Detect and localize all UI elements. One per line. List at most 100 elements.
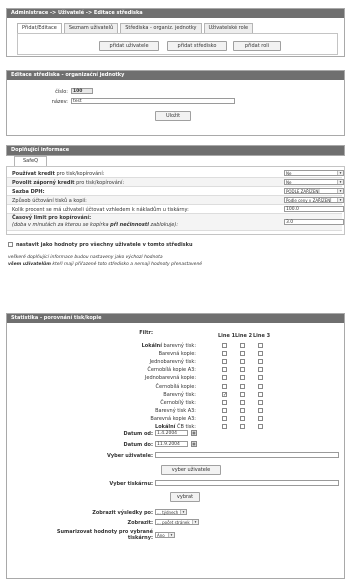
filter-row-label: Jednobarevný tisk: (149, 359, 196, 366)
filter-checkbox-line-2[interactable] (240, 359, 245, 365)
printer-field[interactable] (155, 480, 339, 486)
date-to-field[interactable]: 11.9.2004 (155, 441, 188, 447)
filter-row-label: Barevný tisk: (163, 391, 196, 398)
extra-info-panel: Doplňující informace SafeQ Používat kred… (6, 145, 345, 275)
filter-checkbox-line-1[interactable] (222, 399, 227, 405)
filter-checkbox-line-3[interactable] (258, 351, 263, 357)
summarize-select[interactable]: Ano ▾ (155, 532, 175, 538)
user-field[interactable] (155, 452, 339, 458)
filter-row: Jednobarevný tisk: (7, 358, 346, 366)
filter-checkbox-line-3[interactable] (258, 424, 263, 429)
filter-row: Černobílý tisk: (7, 399, 346, 407)
filter-row-label: Barevná kopie: (158, 351, 196, 358)
date-from-label: Datum od: (123, 431, 153, 437)
time-limit-label: Časový limit pro kopírování: (12, 215, 92, 221)
billing-method-select[interactable]: Podle ceny v ZAŘÍZENÍ ▾ (284, 197, 344, 203)
filter-row-label: Černobílá kopie A3: (147, 367, 196, 374)
number-field[interactable]: 100 (71, 88, 93, 94)
extra-info-title: Doplňující informace (6, 145, 345, 156)
filter-checkbox-line-3[interactable] (258, 375, 263, 381)
apply-to-all-label: nastavit jako hodnoty pro všechny uživat… (16, 242, 193, 248)
note-line-2: všem uživatelům kteří mají přiřazené tot… (8, 262, 203, 267)
chevron-down-icon: ▾ (337, 180, 343, 184)
filter-checkbox-line-1[interactable] (222, 424, 227, 429)
filter-checkbox-line-2[interactable] (240, 415, 245, 421)
save-button[interactable]: Uložit (155, 111, 191, 121)
filter-checkbox-line-1[interactable] (222, 351, 227, 357)
filter-row: Barevný tisk: ✓ (7, 391, 346, 399)
setting-label: Způsob účtování tisků a kopií: (12, 198, 87, 204)
filter-row: Lokální barevný tisk: (7, 342, 346, 350)
filter-checkbox-line-2[interactable] (240, 383, 245, 389)
filter-checkbox-line-3[interactable] (258, 415, 263, 421)
filter-checkbox-line-3[interactable] (258, 359, 263, 365)
filter-checkbox-line-3[interactable] (258, 343, 263, 348)
filter-checkbox-line-1[interactable] (222, 367, 227, 373)
filter-checkbox-line-2[interactable] (240, 424, 245, 429)
filter-checkbox-line-3[interactable] (258, 399, 263, 405)
show-label: Zobrazit: (127, 520, 154, 526)
admin-panel-title: Administrace -> Uživatelé -> Editace stř… (7, 9, 344, 18)
number-label: číslo: (55, 89, 68, 95)
summarize-label: Sumarizovat hodnoty pro vybrané tiskárny: (56, 529, 153, 541)
calendar-icon[interactable]: ▦ (191, 430, 197, 436)
show-select[interactable]: ... počet stránek ▾ (155, 519, 199, 525)
show-by-select[interactable]: ... týdnech ▾ (155, 509, 187, 515)
select-user-button[interactable]: vyber uživatele (161, 465, 221, 475)
select-printer-label: Vyber tiskárnu: (109, 481, 153, 487)
filter-checkbox-line-1[interactable] (222, 407, 227, 413)
filter-row-label: Barevný tisk A3: (155, 407, 196, 414)
calendar-icon[interactable]: ▦ (191, 441, 197, 447)
filter-row: Černobílá kopie A3: (7, 366, 346, 374)
setting-label: Kolik procent se má uživateli účtovat vz… (12, 207, 189, 213)
filter-checkbox-line-3[interactable] (258, 383, 263, 389)
show-by-label: Zobrazit výsledky po: (92, 510, 153, 516)
select-printer-button[interactable]: vybrat (170, 492, 200, 502)
filter-checkbox-line-2[interactable] (240, 367, 245, 373)
date-to-label: Datum do: (123, 442, 153, 448)
setting-row: Povolit záporný kredit pro tisk/kopírová… (7, 178, 344, 187)
filter-checkbox-line-2[interactable] (240, 407, 245, 413)
name-field[interactable]: test (71, 98, 235, 104)
vat-select[interactable]: PODLE ZAŘÍZENÍ ▾ (284, 188, 344, 194)
setting-row: Používat kredit pro tisk/kopírování: Ne ▾ (7, 169, 344, 178)
name-label: název: (51, 99, 68, 105)
date-from-field[interactable]: 1.4.2004 (155, 430, 188, 436)
setting-row: Kolik procent se má uživateli účtovat vz… (7, 205, 344, 214)
filter-checkbox-line-3[interactable] (258, 367, 263, 373)
filter-checkbox-line-1[interactable]: ✓ (222, 391, 227, 397)
filter-checkbox-line-2[interactable] (240, 375, 245, 381)
filter-label: Filtr: (139, 330, 153, 336)
use-credit-select[interactable]: Ne ▾ (284, 170, 344, 176)
chevron-down-icon: ▾ (337, 171, 343, 175)
add-user-button[interactable]: přidat uživatele (99, 41, 159, 51)
filter-checkbox-line-1[interactable] (222, 359, 227, 365)
filter-row: Jednobarevná kopie: (7, 374, 346, 382)
filter-checkbox-line-1[interactable] (222, 375, 227, 381)
chevron-down-icon: ▾ (192, 520, 198, 524)
filter-checkbox-line-2[interactable] (240, 351, 245, 357)
note-line-1: veškeré doplňující informace budou nasta… (8, 255, 163, 260)
chevron-down-icon: ▾ (337, 189, 343, 193)
filter-checkbox-line-2[interactable] (240, 343, 245, 348)
filter-row: Barevný tisk A3: (7, 407, 346, 415)
setting-label: Povolit záporný kredit pro tisk/kopírová… (12, 180, 125, 186)
negative-credit-select[interactable]: Ne ▾ (284, 179, 344, 185)
filter-row: Barevná kopie: (7, 350, 346, 358)
add-center-button[interactable]: přidat středisko (167, 41, 227, 51)
filter-checkbox-line-2[interactable] (240, 399, 245, 405)
filter-checkbox-line-3[interactable] (258, 391, 263, 397)
filter-checkbox-line-3[interactable] (258, 407, 263, 413)
time-limit-field[interactable]: 3.0 (284, 219, 344, 225)
chevron-down-icon: ▾ (337, 198, 343, 202)
stats-title: Statistika - porovnání tisk/kopie (7, 314, 344, 323)
add-role-button[interactable]: přidat roli (233, 41, 281, 51)
filter-checkbox-line-2[interactable] (240, 391, 245, 397)
setting-label: Používat kredit pro tisk/kopírování: (12, 171, 105, 177)
stats-panel: Statistika - porovnání tisk/kopie Filtr:… (6, 313, 345, 579)
filter-checkbox-line-1[interactable] (222, 415, 227, 421)
filter-checkbox-line-1[interactable] (222, 383, 227, 389)
apply-to-all-checkbox[interactable] (8, 242, 13, 247)
filter-checkbox-line-1[interactable] (222, 343, 227, 348)
percent-field[interactable]: 100.0 (284, 206, 344, 212)
